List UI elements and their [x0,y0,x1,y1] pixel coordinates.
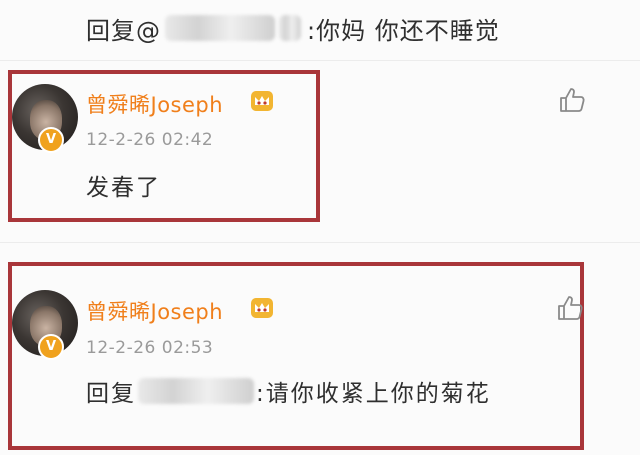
reply-prefix: 回复 [86,381,136,407]
comment-text-row: 回复 :请你收紧上你的菊花 [86,374,491,408]
divider [0,242,640,243]
like-icon[interactable] [556,294,584,322]
like-icon[interactable] [558,86,586,114]
comment-text: 发春了 [86,175,161,201]
comment-timestamp: 12-2-26 02:42 [86,130,214,150]
reply-prefix: 回复@ [86,16,161,45]
comment-username[interactable]: 曾舜晞Joseph [86,296,223,326]
redacted-username [165,15,275,41]
comment-timestamp: 12-2-26 02:53 [86,338,214,358]
redacted-username [138,378,254,404]
crown-vip-icon [251,298,273,318]
comment-username[interactable]: 曾舜晞Joseph [86,89,223,119]
redacted-username-end [279,15,301,41]
verified-badge-icon: V [38,334,64,360]
crown-vip-icon [251,91,273,111]
verified-badge-icon: V [38,127,64,153]
comment-text: :请你收紧上你的菊花 [256,381,491,407]
divider [0,60,640,61]
previous-reply-line: 回复@ :你妈 你还不睡觉 [86,8,500,48]
reply-text: :你妈 你还不睡觉 [307,16,500,45]
